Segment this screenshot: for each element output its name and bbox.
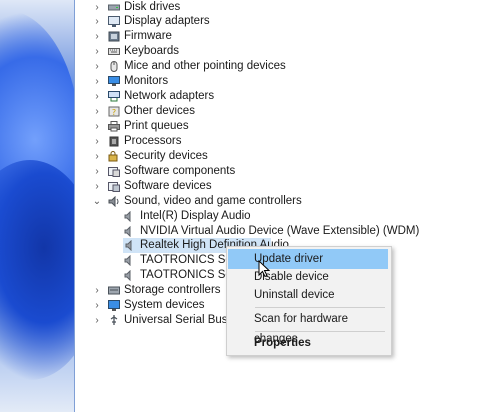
software-component-icon [108,167,120,177]
monitor-icon [108,76,120,86]
tree-item-label: Monitors [124,75,169,87]
tree-item-label: Storage controllers [124,284,221,296]
tree-item-mice[interactable]: › Mice and other pointing devices [75,59,375,74]
keyboard-icon [108,48,120,55]
usb-icon [110,315,118,325]
processor-icon [109,136,119,147]
chevron-right-icon[interactable]: › [92,119,102,134]
tree-item-disk-drives[interactable]: › Disk drives [75,0,375,15]
tree-item-label: Firmware [124,30,172,42]
security-device-icon [108,151,118,162]
menu-item-properties[interactable]: Properties [228,333,388,353]
tree-item-software-devices[interactable]: › Software devices [75,179,375,194]
disk-drive-icon [108,4,120,11]
tree-item-label: Disk drives [124,1,181,13]
speaker-icon [124,270,131,281]
chevron-right-icon[interactable]: › [92,104,102,119]
tree-item-label: Print queues [124,120,189,132]
chevron-right-icon[interactable]: › [92,44,102,59]
tree-item-network-adapters[interactable]: › Network adapters [75,89,375,104]
speaker-icon [108,196,119,207]
tree-item-label: Other devices [124,105,195,117]
tree-item-label: Network adapters [124,90,215,102]
menu-item-update-driver[interactable]: Update driver [228,249,388,269]
tree-child-nvidia-virtual-audio[interactable]: NVIDIA Virtual Audio Device (Wave Extens… [123,224,423,239]
mouse-icon [110,61,118,72]
chevron-right-icon[interactable]: › [92,298,102,313]
mouse-cursor-icon [258,260,270,278]
context-menu: Update driver Disable device Uninstall d… [226,246,392,356]
chevron-right-icon[interactable]: › [92,149,102,164]
tree-child-label: NVIDIA Virtual Audio Device (Wave Extens… [140,225,420,237]
tree-item-print-queues[interactable]: › Print queues [75,119,375,134]
chevron-right-icon[interactable]: › [92,74,102,89]
speaker-icon [125,240,132,251]
device-manager-window: › Disk drives › Display adapters › Firmw… [75,0,478,412]
tree-child-label: Intel(R) Display Audio [140,210,251,222]
system-devices-icon [108,300,120,311]
tree-item-other-devices[interactable]: › ? Other devices [75,104,375,119]
menu-item-disable-device[interactable]: Disable device [228,267,388,287]
chevron-right-icon[interactable]: › [92,0,102,15]
network-adapter-icon [108,91,120,102]
menu-separator [255,307,385,308]
menu-item-scan-hardware[interactable]: Scan for hardware changes [228,309,388,345]
tree-item-label: Processors [124,135,182,147]
chevron-right-icon[interactable]: › [92,14,102,29]
tree-item-display-adapters[interactable]: › Display adapters [75,14,375,29]
tree-item-processors[interactable]: › Processors [75,134,375,149]
chevron-right-icon[interactable]: › [92,59,102,74]
tree-item-label: Sound, video and game controllers [124,195,302,207]
tree-item-security-devices[interactable]: › Security devices [75,149,375,164]
tree-item-label: System devices [124,299,205,311]
chevron-right-icon[interactable]: › [92,89,102,104]
chevron-right-icon[interactable]: › [92,134,102,149]
tree-child-intel-display-audio[interactable]: Intel(R) Display Audio [123,209,375,224]
software-device-icon [108,182,120,192]
chevron-right-icon[interactable]: › [92,283,102,298]
menu-item-uninstall-device[interactable]: Uninstall device [228,285,388,305]
speaker-icon [124,211,131,222]
storage-controller-icon [108,286,120,295]
printer-icon [108,121,120,132]
tree-item-firmware[interactable]: › Firmware [75,29,375,44]
menu-separator [255,331,385,332]
tree-item-label: Mice and other pointing devices [124,60,286,72]
svg-text:?: ? [112,108,116,117]
firmware-icon [108,31,120,42]
tree-item-sound-video-game[interactable]: ⌄ Sound, video and game controllers [75,194,375,209]
speaker-icon [124,226,131,237]
tree-item-label: Display adapters [124,15,210,27]
chevron-right-icon[interactable]: › [92,313,102,328]
chevron-right-icon[interactable]: › [92,164,102,179]
tree-item-label: Software components [124,165,236,177]
chevron-right-icon[interactable]: › [92,179,102,194]
tree-item-label: Keyboards [124,45,179,57]
chevron-down-icon[interactable]: ⌄ [92,194,102,209]
desktop-wallpaper [0,0,74,412]
tree-item-software-components[interactable]: › Software components [75,164,375,179]
speaker-icon [124,255,131,266]
tree-item-keyboards[interactable]: › Keyboards [75,44,375,59]
tree-item-label: Software devices [124,180,212,192]
display-adapter-icon [108,16,120,27]
tree-item-label: Security devices [124,150,208,162]
other-devices-icon: ? [108,106,120,117]
tree-item-monitors[interactable]: › Monitors [75,74,375,89]
chevron-right-icon[interactable]: › [92,29,102,44]
